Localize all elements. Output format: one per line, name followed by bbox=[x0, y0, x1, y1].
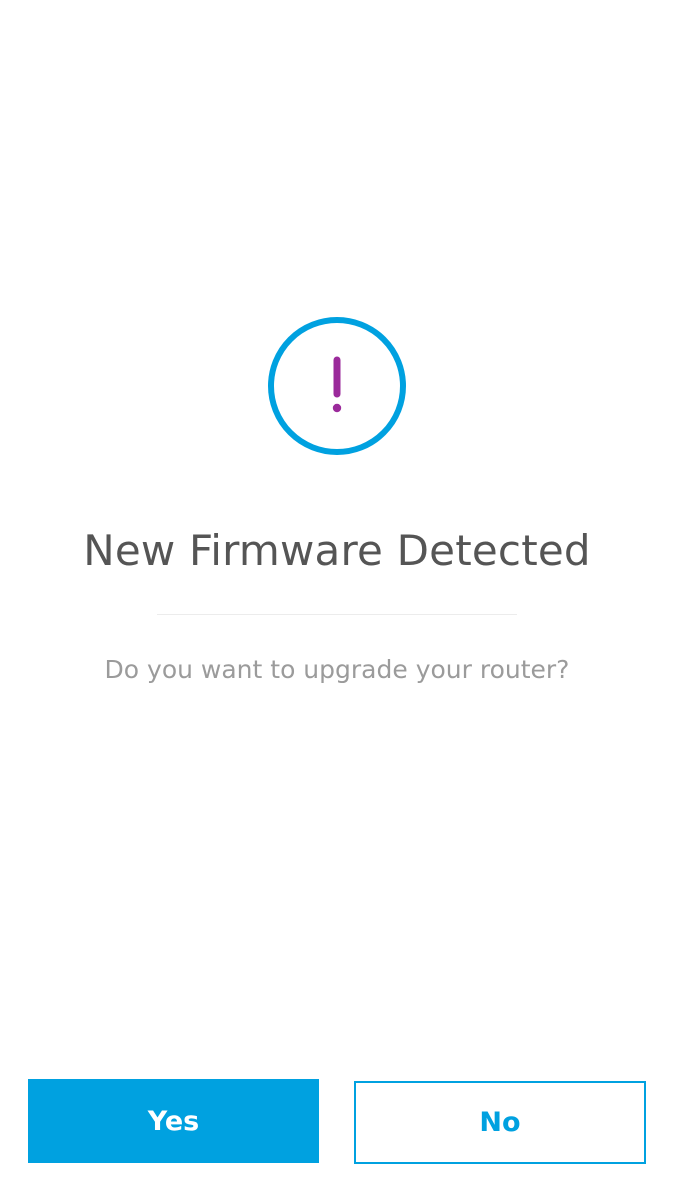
exclamation-circle-icon bbox=[267, 316, 407, 456]
dialog-title: New Firmware Detected bbox=[83, 526, 591, 575]
firmware-dialog-screen: New Firmware Detected Do you want to upg… bbox=[0, 0, 674, 1200]
dialog-message: Do you want to upgrade your router? bbox=[104, 655, 570, 684]
divider bbox=[157, 614, 517, 615]
no-button[interactable]: No bbox=[354, 1081, 646, 1164]
yes-button[interactable]: Yes bbox=[28, 1079, 319, 1163]
